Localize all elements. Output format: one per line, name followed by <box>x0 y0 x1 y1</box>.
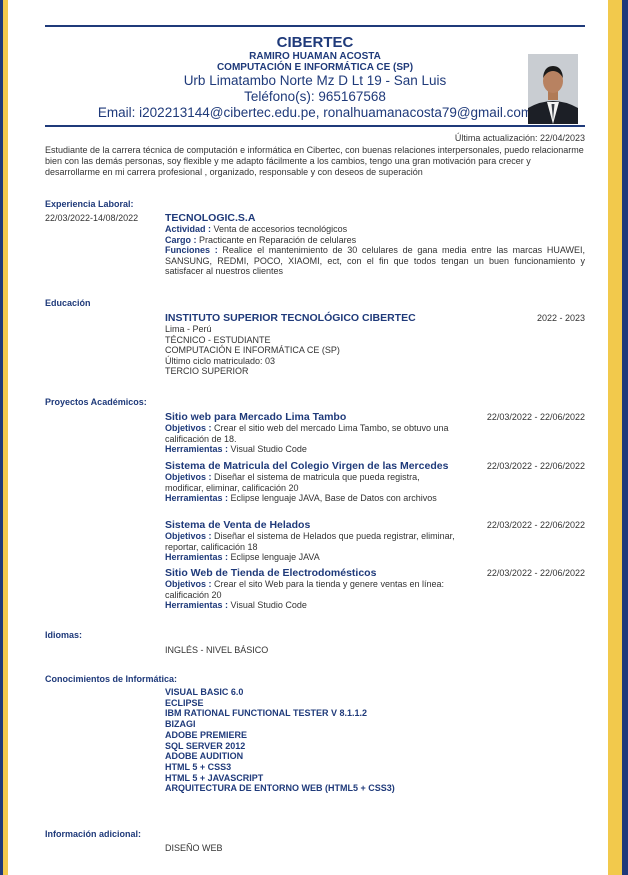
education-heading: Educación <box>45 298 91 308</box>
institution-name: INSTITUTO SUPERIOR TECNOLÓGICO CIBERTEC <box>165 312 416 324</box>
company-name: TECNOLOGIC.S.A <box>165 212 256 224</box>
project-dates: 22/03/2022 - 22/06/2022 <box>486 461 585 471</box>
education-line: COMPUTACIÓN E INFORMÁTICA CE (SP) <box>165 345 340 355</box>
additional-heading: Información adicional: <box>45 829 142 839</box>
project-dates: 22/03/2022 - 22/06/2022 <box>486 520 585 530</box>
functions-line: Funciones : Realice el mantenimiento de … <box>165 245 585 276</box>
person-photo-icon <box>528 54 578 124</box>
last-updated: Última actualización: 22/04/2023 <box>454 133 585 143</box>
phone: Teléfono(s): 965167568 <box>244 89 386 104</box>
experience-date: 22/03/2022-14/08/2022 <box>45 213 139 223</box>
project-dates: 22/03/2022 - 22/06/2022 <box>486 412 585 422</box>
project-tools: Herramientas : Eclipse lenguaje JAVA, Ba… <box>165 493 437 503</box>
project-objective: Objetivos : Crear el sito Web para la ti… <box>165 579 444 600</box>
project-name: Sistema de Venta de Helados <box>165 519 311 531</box>
skill-item: HTML 5 + CSS3 <box>165 761 232 772</box>
education-entry: INSTITUTO SUPERIOR TECNOLÓGICO CIBERTEC … <box>165 312 585 377</box>
experience-heading: Experiencia Laboral: <box>45 199 134 209</box>
education-line: Lima - Perú <box>165 324 212 334</box>
project-objective: Objetivos : Diseñar el sistema de matric… <box>165 472 420 493</box>
skills-heading: Conocimientos de Informática: <box>45 674 178 684</box>
education-line: Último ciclo matriculado: 03 <box>165 355 276 366</box>
project-tools: Herramientas : Eclipse lenguaje JAVA <box>165 552 320 562</box>
skill-item: SQL SERVER 2012 <box>165 740 246 751</box>
top-divider <box>45 25 585 27</box>
project-name: Sitio Web de Tienda de Electrodomésticos <box>165 567 377 579</box>
projects-heading: Proyectos Académicos: <box>45 397 147 407</box>
activity-line: Actividad : Venta de accesorios tecnológ… <box>165 224 348 234</box>
cv-title: CIBERTEC <box>276 34 354 51</box>
full-name: RAMIRO HUAMAN ACOSTA <box>249 51 381 62</box>
project-objective: Objetivos : Diseñar el sistema de Helado… <box>165 531 455 552</box>
skill-item: BIZAGI <box>165 719 196 730</box>
project-tools: Herramientas : Visual Studio Code <box>165 600 307 610</box>
additional-value: DISEÑO WEB <box>165 843 223 853</box>
languages-heading: Idiomas: <box>45 630 83 640</box>
skill-item: IBM RATIONAL FUNCTIONAL TESTER V 8.1.1.2 <box>165 708 368 719</box>
skill-item: HTML 5 + JAVASCRIPT <box>165 772 264 783</box>
skills-list: VISUAL BASIC 6.0 ECLIPSE IBM RATIONAL FU… <box>165 687 585 794</box>
project-name: Sitio web para Mercado Lima Tambo <box>165 411 347 423</box>
education-line: TERCIO SUPERIOR <box>165 366 249 376</box>
degree: COMPUTACIÓN E INFORMÁTICA CE (SP) <box>216 62 414 73</box>
project-name: Sistema de Matricula del Colegio Virgen … <box>165 460 449 472</box>
experience-entry: TECNOLOGIC.S.A Actividad : Venta de acce… <box>165 212 585 277</box>
skill-item: VISUAL BASIC 6.0 <box>165 687 244 697</box>
role-line: Cargo : Practicante en Reparación de cel… <box>165 234 357 245</box>
summary-text: Estudiante de la carrera técnica de comp… <box>45 145 584 177</box>
cv-header: CIBERTEC RAMIRO HUAMAN ACOSTA COMPUTACIÓ… <box>45 34 585 121</box>
language-value: INGLÉS - NIVEL BÁSICO <box>165 645 269 655</box>
right-border <box>608 0 628 875</box>
project-tools: Herramientas : Visual Studio Code <box>165 444 307 454</box>
email: Email: i202213144@cibertec.edu.pe, ronal… <box>97 105 533 120</box>
project-dates: 22/03/2022 - 22/06/2022 <box>486 568 585 578</box>
left-border <box>0 0 8 875</box>
education-years: 2022 - 2023 <box>536 313 585 323</box>
skill-item: ADOBE PREMIERE <box>165 729 248 740</box>
skill-item: ARQUITECTURA DE ENTORNO WEB (HTML5 + CSS… <box>165 783 395 794</box>
header-divider <box>45 125 585 127</box>
project-objective: Objetivos : Crear el sitio web del merca… <box>165 423 449 444</box>
education-line: TÉCNICO - ESTUDIANTE <box>165 334 271 345</box>
profile-photo <box>528 54 578 124</box>
address: Urb Limatambo Norte Mz D Lt 19 - San Lui… <box>183 73 447 88</box>
skill-item: ECLIPSE <box>165 697 204 708</box>
skill-item: ADOBE AUDITION <box>165 751 244 762</box>
